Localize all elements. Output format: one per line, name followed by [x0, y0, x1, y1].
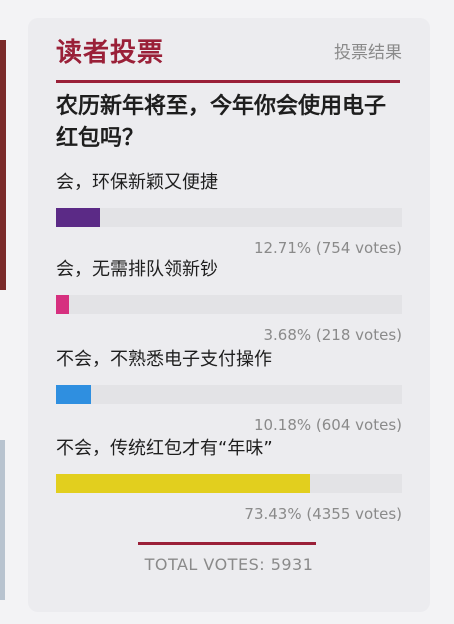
option-result: 73.43% (4355 votes) [244, 505, 402, 523]
total-votes: TOTAL VOTES: 5931 [144, 555, 314, 574]
total-divider [138, 542, 316, 545]
option-bar-track [56, 208, 402, 227]
option-bar-track [56, 295, 402, 314]
option-label: 不会，传统红包才有“年味” [56, 438, 273, 459]
option-result: 3.68% (218 votes) [263, 326, 402, 344]
option-bar-fill [56, 208, 100, 227]
background-photo-edge [0, 40, 6, 290]
background-photo-edge-lower [0, 440, 5, 600]
option-label: 会，环保新颖又便捷 [56, 172, 218, 193]
poll-option-2[interactable]: 会，无需排队领新钞 3.68% (218 votes) [56, 257, 402, 345]
poll-option-3[interactable]: 不会，不熟悉电子支付操作 10.18% (604 votes) [56, 347, 402, 435]
view-results-link[interactable]: 投票结果 [334, 38, 402, 63]
poll-card: 读者投票 投票结果 农历新年将至，今年你会使用电子红包吗？ 会，环保新颖又便捷 … [28, 18, 430, 612]
option-bar-fill [56, 295, 69, 314]
poll-option-4[interactable]: 不会，传统红包才有“年味” 73.43% (4355 votes) [56, 436, 402, 524]
poll-title: 读者投票 [56, 38, 165, 68]
option-bar-track [56, 385, 402, 404]
poll-question: 农历新年将至，今年你会使用电子红包吗？ [56, 94, 387, 151]
poll-option-1[interactable]: 会，环保新颖又便捷 12.71% (754 votes) [56, 170, 402, 258]
header-divider [56, 80, 400, 83]
option-result: 12.71% (754 votes) [253, 239, 402, 257]
option-label: 不会，不熟悉电子支付操作 [56, 349, 272, 370]
option-label: 会，无需排队领新钞 [56, 259, 218, 280]
option-bar-track [56, 474, 402, 493]
option-bar-fill [56, 385, 92, 404]
option-result: 10.18% (604 votes) [253, 416, 402, 434]
option-bar-fill [56, 474, 311, 493]
